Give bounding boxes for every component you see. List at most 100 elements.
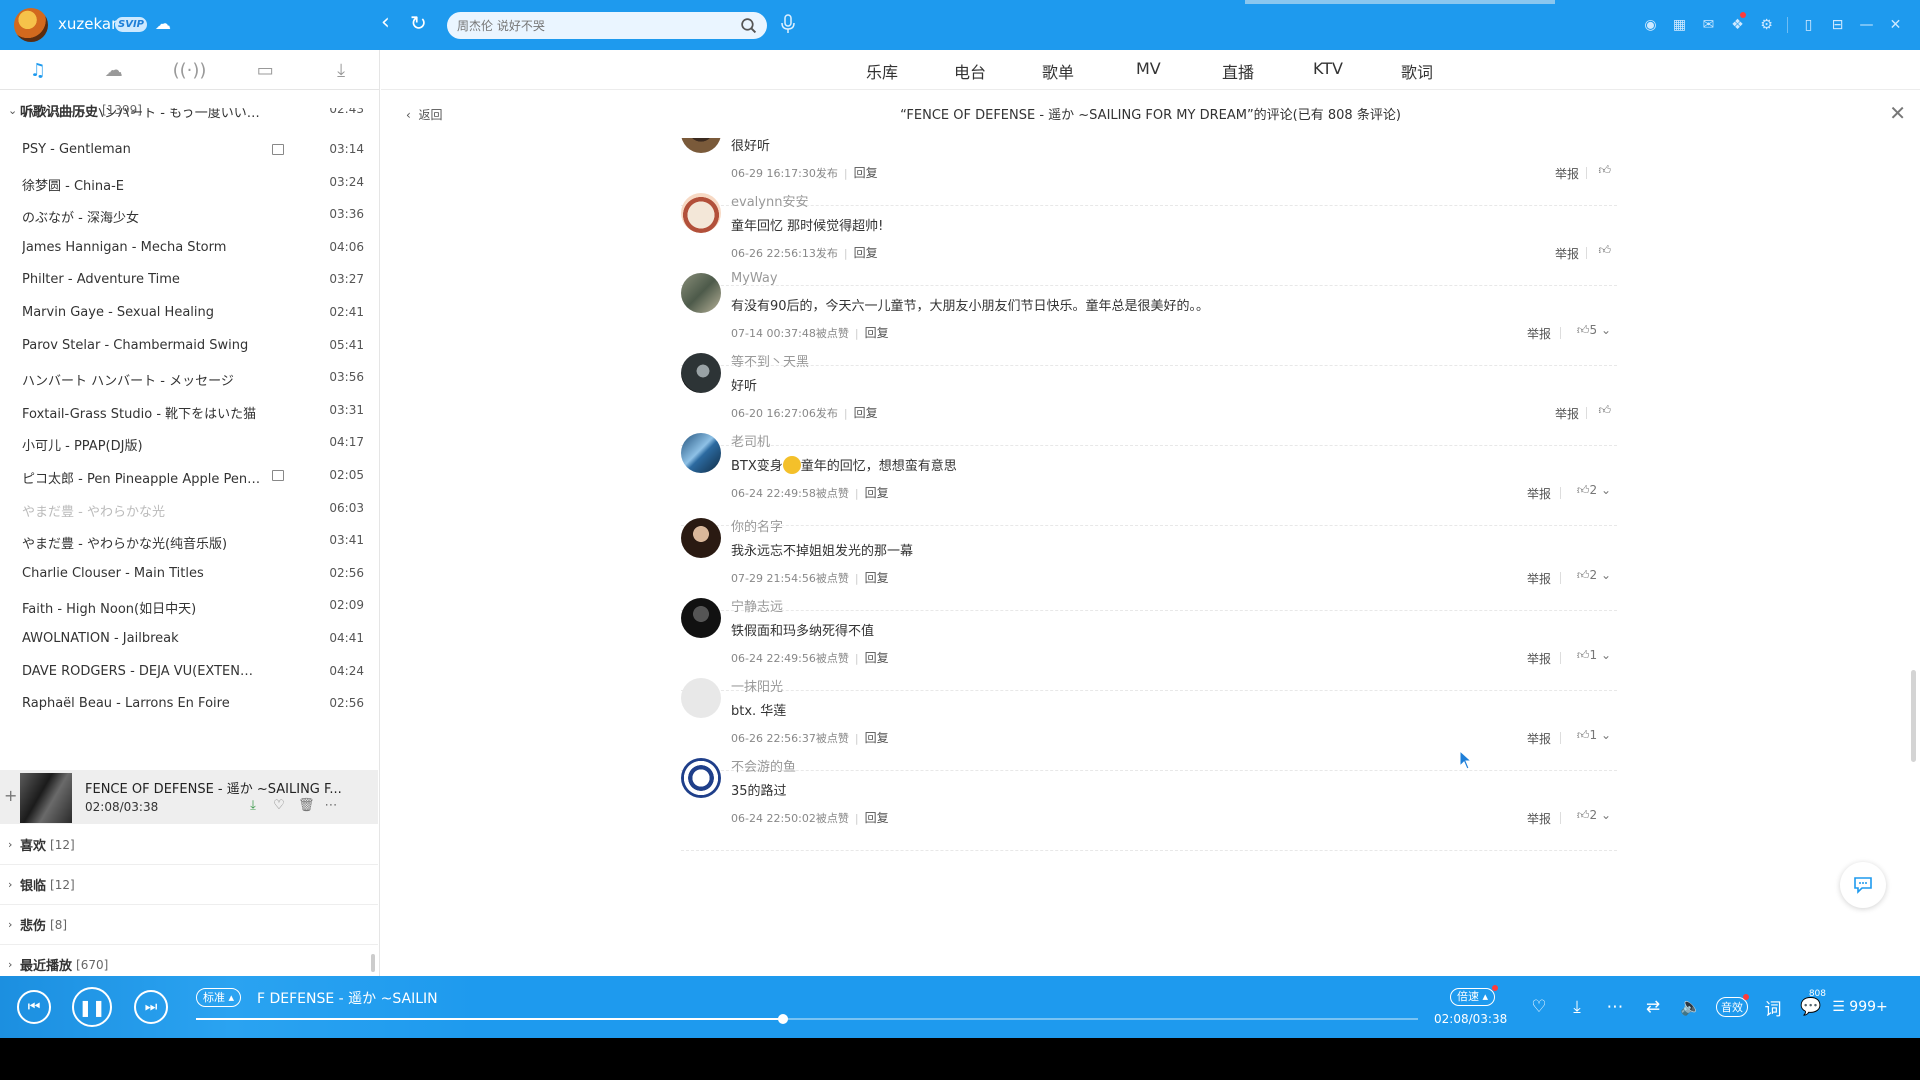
- comment-scrollbar[interactable]: [1911, 670, 1916, 762]
- track-row[interactable]: Charlie Clouser - Main Titles 02:56: [0, 558, 378, 590]
- commenter-name[interactable]: 等不到丶天黑: [731, 351, 809, 370]
- reply-link[interactable]: 回复: [865, 486, 889, 500]
- track-row[interactable]: Faith - High Noon(如日中天) 02:09: [0, 590, 378, 622]
- track-row[interactable]: Parov Stelar - Chambermaid Swing 05:41: [0, 330, 378, 362]
- commenter-avatar[interactable]: [681, 518, 721, 558]
- favorite-heart-icon[interactable]: ♡: [1520, 997, 1558, 1017]
- mv-icon[interactable]: [272, 470, 284, 481]
- user-avatar[interactable]: [14, 8, 48, 42]
- mail-icon[interactable]: ✉: [1694, 0, 1723, 50]
- settings-gear-icon[interactable]: ⚙: [1752, 0, 1781, 50]
- like-button[interactable]: 👍︎5 ⌄: [1577, 323, 1611, 338]
- nav-lyrics[interactable]: 歌词: [1401, 59, 1433, 83]
- cloud-sync-icon[interactable]: ☁: [155, 14, 171, 33]
- track-row[interactable]: のぶなが - 深海少女 03:36: [0, 199, 378, 231]
- reply-link[interactable]: 回复: [854, 166, 878, 180]
- music-note-icon[interactable]: ♫: [0, 50, 76, 90]
- reply-link[interactable]: 回复: [865, 731, 889, 745]
- delete-icon[interactable]: 🗑: [298, 798, 315, 813]
- progress-bar[interactable]: [196, 1014, 1418, 1024]
- now-playing-row[interactable]: + FENCE OF DEFENSE - 遥か ~SAILING F... 02…: [0, 770, 378, 824]
- report-link[interactable]: 举报: [1527, 485, 1551, 502]
- commenter-name[interactable]: evalynn安安: [731, 191, 808, 210]
- playlist-group-header[interactable]: › 喜欢 [12]: [0, 825, 378, 865]
- minimize-icon[interactable]: —: [1852, 0, 1881, 50]
- like-button[interactable]: 👍︎1 ⌄: [1577, 648, 1611, 663]
- like-button[interactable]: 👍︎: [1598, 243, 1611, 258]
- reply-link[interactable]: 回复: [854, 246, 878, 260]
- voice-search-icon[interactable]: [780, 13, 796, 35]
- like-button[interactable]: 👍︎: [1598, 163, 1611, 178]
- report-link[interactable]: 举报: [1527, 570, 1551, 587]
- commenter-name[interactable]: MyWay: [731, 271, 778, 286]
- track-row[interactable]: AWOLNATION - Jailbreak 04:41: [0, 623, 378, 655]
- expand-chevron-icon[interactable]: ⌄: [1601, 728, 1611, 742]
- close-icon[interactable]: ✕: [1889, 101, 1906, 125]
- playlist-queue-button[interactable]: ☰ 999+: [1830, 999, 1890, 1015]
- like-button[interactable]: 👍︎2 ⌄: [1577, 808, 1611, 823]
- username[interactable]: xuzekan: [58, 15, 121, 33]
- mv-icon[interactable]: [272, 144, 284, 155]
- comments-icon[interactable]: 💬 808: [1792, 989, 1830, 1017]
- nav-ktv[interactable]: KTV: [1313, 59, 1343, 78]
- nav-playlists[interactable]: 歌单: [1042, 59, 1074, 83]
- nav-radio[interactable]: 电台: [954, 59, 986, 83]
- back-arrow-icon[interactable]: ‹: [381, 11, 390, 35]
- progress-knob[interactable]: [777, 1014, 788, 1024]
- commenter-avatar[interactable]: [681, 138, 721, 153]
- search-input[interactable]: [457, 17, 727, 34]
- cloud-icon[interactable]: ☁: [76, 50, 152, 90]
- reply-link[interactable]: 回复: [865, 326, 889, 340]
- quality-selector[interactable]: 标准 ▴: [196, 988, 242, 1007]
- like-button[interactable]: 👍︎2 ⌄: [1577, 483, 1611, 498]
- download-icon[interactable]: ⤓: [303, 50, 379, 90]
- download-icon[interactable]: ⤓: [1558, 997, 1596, 1017]
- album-cover[interactable]: [20, 773, 72, 823]
- close-window-icon[interactable]: ✕: [1881, 0, 1910, 50]
- sound-effect-button[interactable]: 音效: [1716, 994, 1749, 1017]
- previous-track-icon[interactable]: ⏮: [17, 990, 51, 1024]
- lyrics-button[interactable]: 词: [1754, 995, 1792, 1020]
- commenter-name[interactable]: 不会游的鱼: [731, 756, 796, 775]
- commenter-avatar[interactable]: [681, 678, 721, 718]
- track-row[interactable]: Foxtail-Grass Studio - 靴下をはいた猫 03:31: [0, 395, 378, 427]
- apps-grid-icon[interactable]: ▦: [1665, 0, 1694, 50]
- search-box[interactable]: [447, 12, 767, 39]
- add-icon[interactable]: +: [4, 786, 17, 805]
- nav-mv[interactable]: MV: [1136, 59, 1161, 78]
- downloaded-icon[interactable]: ⤓: [246, 798, 260, 813]
- sidebar-scrollbar[interactable]: [371, 954, 375, 972]
- commenter-avatar[interactable]: [681, 193, 721, 233]
- next-track-icon[interactable]: ⏭: [134, 990, 168, 1024]
- report-link[interactable]: 举报: [1555, 165, 1579, 182]
- like-button[interactable]: 👍︎2 ⌄: [1577, 568, 1611, 583]
- track-row[interactable]: ハンバート ハンバート - もう一度いいか(?)と 02:43: [0, 108, 378, 126]
- report-link[interactable]: 举报: [1527, 730, 1551, 747]
- commenter-name[interactable]: 一抹阳光: [731, 676, 783, 695]
- commenter-name[interactable]: 你的名字: [731, 516, 783, 535]
- like-button[interactable]: 👍︎1 ⌄: [1577, 728, 1611, 743]
- report-link[interactable]: 举报: [1527, 810, 1551, 827]
- track-row[interactable]: Raphaël Beau - Larrons En Foire 02:56: [0, 688, 378, 720]
- track-row[interactable]: Philter - Adventure Time 03:27: [0, 264, 378, 296]
- expand-chevron-icon[interactable]: ⌄: [1601, 323, 1611, 337]
- track-row[interactable]: DAVE RODGERS - DEJA VU(EXTENDED ... 04:24: [0, 656, 378, 688]
- commenter-avatar[interactable]: [681, 273, 721, 313]
- reply-link[interactable]: 回复: [865, 651, 889, 665]
- report-link[interactable]: 举报: [1527, 650, 1551, 667]
- pause-icon[interactable]: ❚❚: [72, 987, 112, 1027]
- reply-link[interactable]: 回复: [865, 571, 889, 585]
- device-icon[interactable]: ▭: [227, 50, 303, 90]
- reply-link[interactable]: 回复: [854, 406, 878, 420]
- nav-library[interactable]: 乐库: [866, 59, 898, 83]
- commenter-avatar[interactable]: [681, 598, 721, 638]
- nav-live[interactable]: 直播: [1222, 59, 1254, 83]
- track-row[interactable]: やまだ豊 - やわらかな光 06:03: [0, 493, 378, 525]
- refresh-icon[interactable]: ↻: [410, 11, 427, 35]
- report-link[interactable]: 举报: [1555, 405, 1579, 422]
- track-row[interactable]: ピコ太郎 - Pen Pineapple Apple Pen(... 02:05: [0, 460, 378, 492]
- volume-icon[interactable]: 🔈: [1672, 997, 1710, 1017]
- track-row[interactable]: PSY - Gentleman 03:14: [0, 134, 378, 166]
- lyrics-window-icon[interactable]: ⊟: [1823, 0, 1852, 50]
- svip-badge[interactable]: SVIP: [115, 17, 147, 32]
